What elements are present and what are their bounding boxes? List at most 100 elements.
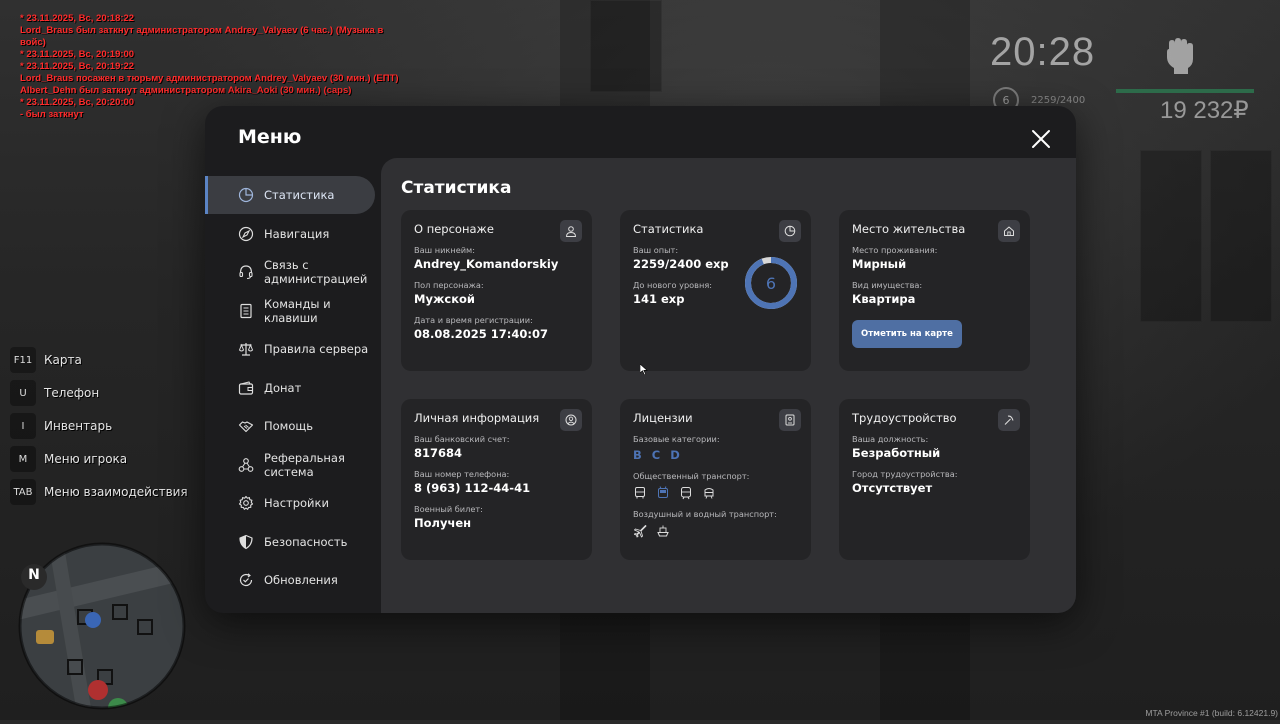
- license-categories: B C D: [633, 448, 798, 462]
- minimap-north-label: N: [28, 567, 40, 583]
- card-statistics: Статистика Ваш опыт: 2259/2400 exp До но…: [620, 210, 811, 371]
- minimap[interactable]: N: [18, 540, 186, 720]
- field-label: Ваш опыт:: [633, 245, 679, 255]
- card-title: Трудоустройство: [852, 411, 957, 425]
- chat-line: Lord_Braus посажен в тюрьму администрато…: [20, 73, 399, 84]
- nav-item-help[interactable]: Помощь: [205, 407, 381, 445]
- pie-chart-icon: [779, 220, 801, 242]
- field-label: Вид имущества:: [852, 280, 923, 290]
- nav-item-statistics[interactable]: Статистика: [205, 176, 375, 214]
- nav-item-security[interactable]: Безопасность: [205, 523, 381, 561]
- nav-label: Донат: [264, 380, 302, 395]
- field-label: Ваш номер телефона:: [414, 469, 510, 479]
- public-transport-icons: [633, 486, 798, 500]
- gear-icon: [238, 495, 254, 511]
- close-button[interactable]: [1030, 128, 1052, 150]
- hud-exp: 2259/2400: [1031, 95, 1086, 106]
- keycap: TAB: [10, 479, 36, 505]
- nav-label: Реферальная система: [264, 450, 345, 479]
- nav-label: Помощь: [264, 419, 314, 433]
- keybind-row: U Телефон: [10, 380, 188, 406]
- card-title: Лицензии: [633, 411, 693, 425]
- scales-icon: [238, 341, 254, 357]
- chat-line: * 23.11.2025, Вс, 20:18:22: [20, 13, 135, 24]
- nav-item-donate[interactable]: Донат: [205, 369, 381, 407]
- keybind-label: Инвентарь: [44, 419, 113, 433]
- nav-label: Обновления: [264, 573, 338, 587]
- keybind-label: Телефон: [44, 386, 100, 400]
- keycap: I: [10, 413, 36, 439]
- keybind-label: Меню игрока: [44, 452, 128, 466]
- hud-health-bar: [1116, 89, 1254, 93]
- level-progress-ring: 6: [744, 256, 798, 310]
- menu-title: Меню: [238, 126, 302, 148]
- card-title: Личная информация: [414, 411, 540, 425]
- nav-label: Статистика: [264, 188, 335, 202]
- keycap: M: [10, 446, 36, 472]
- nav-label: Команды и клавиши: [264, 296, 331, 325]
- nickname-value: Andrey_Komandorskiy: [414, 257, 559, 271]
- field-label: Военный билет:: [414, 504, 483, 514]
- keybind-row: M Меню игрока: [10, 446, 188, 472]
- card-personal-info: Личная информация Ваш банковский счет: 8…: [401, 399, 592, 560]
- keybind-row: I Инвентарь: [10, 413, 188, 439]
- card-employment: Трудоустройство Ваша должность: Безработ…: [839, 399, 1030, 560]
- card-licenses: Лицензии Базовые категории: B C D Общест…: [620, 399, 811, 560]
- chat-line: Albert_Dehn был заткнут администратором …: [20, 85, 352, 96]
- card-residence: Место жительства Место проживания: Мирны…: [839, 210, 1030, 371]
- nav-label: Правила сервера: [264, 342, 369, 356]
- network-icon: [238, 457, 254, 473]
- chat-log: * 23.11.2025, Вс, 20:18:22 Lord_Braus бы…: [20, 13, 400, 121]
- background-window: [590, 0, 662, 92]
- menu-sidebar: Статистика Навигация Связь с администрац…: [205, 176, 381, 600]
- gender-value: Мужской: [414, 292, 475, 306]
- headset-icon: [238, 264, 254, 280]
- chat-line: Lord_Braus был заткнут администратором A…: [20, 25, 386, 48]
- nav-item-admin-contact[interactable]: Связь с администрацией: [205, 253, 381, 291]
- nav-item-updates[interactable]: Обновления: [205, 561, 381, 599]
- background-window: [1140, 150, 1202, 322]
- keybind-label: Меню взаимодействия: [44, 485, 188, 499]
- card-character: О персонаже Ваш никнейм: Andrey_Komandor…: [401, 210, 592, 371]
- document-icon: [238, 303, 254, 319]
- nav-item-referral[interactable]: Реферальная система: [205, 446, 381, 484]
- keycap: F11: [10, 347, 36, 373]
- bus-icon: [635, 487, 645, 499]
- place-value: Мирный: [852, 257, 907, 271]
- field-label: Базовые категории:: [633, 434, 720, 444]
- content-title: Статистика: [401, 178, 512, 198]
- compass-icon: [238, 226, 254, 242]
- nav-item-commands[interactable]: Команды и клавиши: [205, 292, 381, 330]
- employment-city-value: Отсутствует: [852, 481, 933, 495]
- license-category: C: [651, 448, 661, 462]
- keybind-list: F11 Карта U Телефон I Инвентарь M Меню и…: [10, 347, 188, 512]
- shield-icon: [238, 534, 254, 550]
- mark-on-map-button[interactable]: Отметить на карте: [852, 320, 962, 348]
- close-icon: [1032, 130, 1050, 148]
- id-card-icon: [779, 409, 801, 431]
- card-title: Место жительства: [852, 222, 966, 236]
- air-water-transport-icons: [633, 524, 798, 538]
- field-label: Место проживания:: [852, 245, 938, 255]
- nav-item-rules[interactable]: Правила сервера: [205, 330, 381, 368]
- pickaxe-icon: [998, 409, 1020, 431]
- nav-item-settings[interactable]: Настройки: [205, 484, 381, 522]
- chat-line: * 23.11.2025, Вс, 20:19:22: [20, 61, 135, 72]
- property-value: Квартира: [852, 292, 916, 306]
- airplane-icon: [634, 525, 647, 538]
- card-title: О персонаже: [414, 222, 494, 236]
- trolleybus-icon: [658, 486, 668, 498]
- field-label: Пол персонажа:: [414, 280, 484, 290]
- field-label: Город трудоустройства:: [852, 469, 958, 479]
- registration-value: 08.08.2025 17:40:07: [414, 327, 548, 341]
- tram-icon: [704, 488, 714, 499]
- nav-item-navigation[interactable]: Навигация: [205, 215, 381, 253]
- chat-line: * 23.11.2025, Вс, 20:19:00: [20, 49, 135, 60]
- nav-label: Связь с администрацией: [264, 258, 368, 286]
- keybind-row: TAB Меню взаимодействия: [10, 479, 188, 505]
- fist-icon: [1162, 35, 1196, 75]
- field-label: Воздушный и водный транспорт:: [633, 509, 777, 519]
- mouse-cursor: [639, 360, 648, 376]
- position-value: Безработный: [852, 446, 941, 460]
- ship-icon: [657, 525, 669, 537]
